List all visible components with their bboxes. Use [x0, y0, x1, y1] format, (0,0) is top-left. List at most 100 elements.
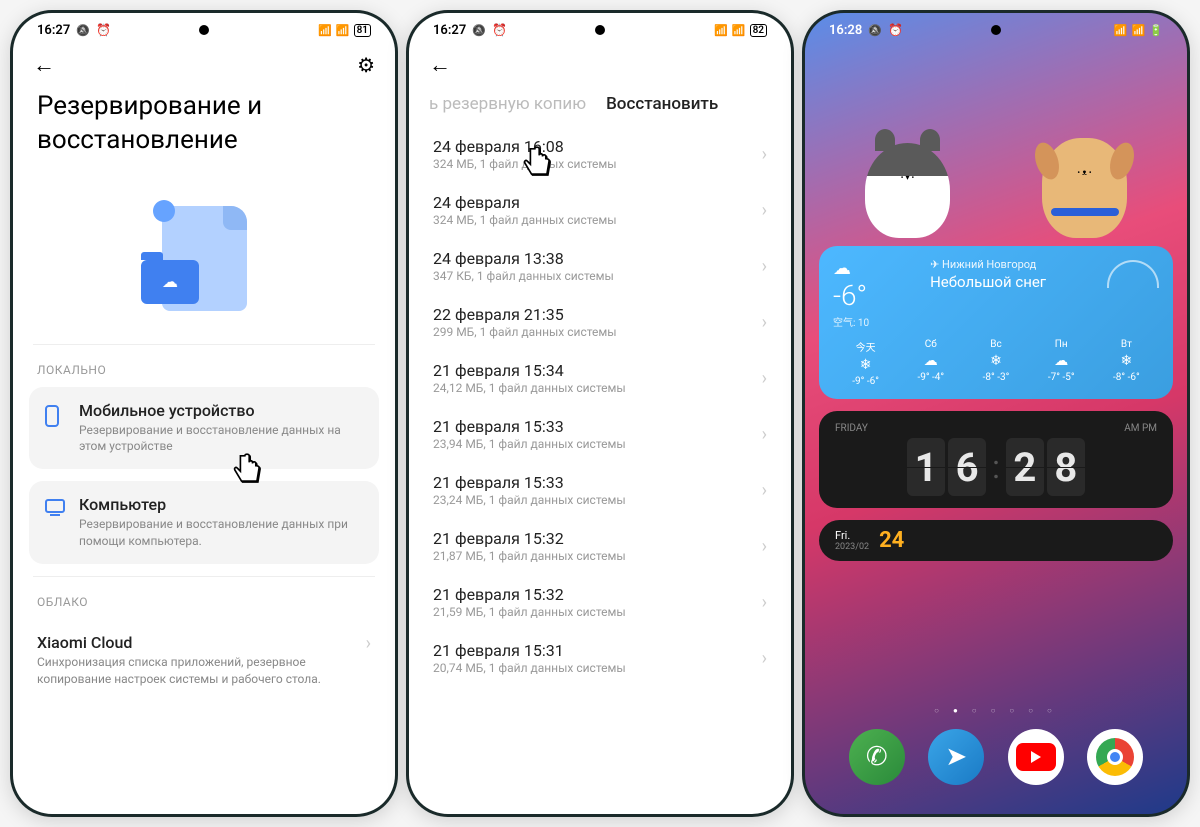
status-time: 16:28 [829, 23, 862, 38]
dnd-icon [868, 23, 882, 38]
clock-digit: 1 [907, 438, 945, 496]
clock-digit: 8 [1047, 438, 1085, 496]
settings-gear-icon[interactable]: ⚙ [357, 53, 375, 77]
sun-arc-icon [1107, 260, 1159, 288]
weather-widget[interactable]: ☁ -6° 空气: 10 ✈ Нижний Новгород Небольшой… [819, 246, 1173, 399]
dock-telegram-app[interactable]: ➤ [928, 729, 984, 785]
backup-title: 22 февраля 21:35 [433, 305, 617, 324]
battery-icon: 🔋 [1149, 24, 1163, 37]
tab-create-backup[interactable]: ь резервную копию [429, 94, 586, 114]
backup-item[interactable]: 24 февраля 16:08324 МБ, 1 файл данных си… [409, 126, 791, 182]
chevron-right-icon: › [762, 368, 767, 389]
forecast-day: Сб☁-9° -4° [898, 339, 963, 387]
back-button[interactable]: ← [33, 52, 55, 78]
weather-forecast: 今天❄-9° -6°Сб☁-9° -4°Вс❄-8° -3°Пн☁-7° -5°… [833, 339, 1159, 387]
backup-item[interactable]: 24 февраля324 МБ, 1 файл данных системы› [409, 182, 791, 238]
signal-icon: 📶 [318, 24, 332, 37]
backup-title: 21 февраля 15:33 [433, 417, 626, 436]
chevron-right-icon: › [762, 256, 767, 277]
forecast-day: 今天❄-9° -6° [833, 339, 898, 387]
option-desc: Резервирование и восстановление данных н… [79, 422, 363, 456]
backup-title: 21 февраля 15:34 [433, 361, 626, 380]
option-desc: Синхронизация списка приложений, резервн… [37, 654, 366, 688]
page-title: Резервирование и восстановление [13, 86, 395, 174]
phone-icon [45, 405, 59, 427]
section-local-label: ЛОКАЛЬНО [13, 345, 395, 387]
chevron-right-icon: › [762, 480, 767, 501]
backup-desc: 23,24 МБ, 1 файл данных системы [433, 493, 626, 507]
option-title: Мобильное устройство [79, 401, 363, 420]
tab-restore[interactable]: Восстановить [606, 94, 718, 114]
backup-item[interactable]: 21 февраля 15:3323,24 МБ, 1 файл данных … [409, 462, 791, 518]
option-title: Xiaomi Cloud [37, 633, 366, 652]
weather-temp: -6° [833, 279, 869, 312]
camera-notch [595, 25, 605, 35]
weather-aqi: 空气: 10 [833, 314, 869, 329]
dock: ✆ ➤ [819, 721, 1173, 799]
back-button[interactable]: ← [429, 52, 451, 78]
backup-item[interactable]: 21 февраля 15:3221,59 МБ, 1 файл данных … [409, 574, 791, 630]
alarm-icon [492, 23, 507, 38]
backup-desc: 21,87 МБ, 1 файл данных системы [433, 549, 626, 563]
date-day: Fri. [835, 529, 869, 542]
backup-item[interactable]: 21 февраля 15:3323,94 МБ, 1 файл данных … [409, 406, 791, 462]
camera-notch [991, 25, 1001, 35]
backup-desc: 24,12 МБ, 1 файл данных системы [433, 381, 626, 395]
dock-phone-app[interactable]: ✆ [849, 729, 905, 785]
backup-list: 24 февраля 16:08 324 МБ, 1 файл данных си… [409, 126, 791, 686]
clock-ampm: AM PM [1124, 423, 1157, 434]
header: ← ⚙ [13, 44, 395, 86]
backup-item[interactable]: 21 февраля 15:3424,12 МБ, 1 файл данных … [409, 350, 791, 406]
dock-chrome-app[interactable] [1087, 729, 1143, 785]
backup-title: 24 февраля 16:08 [433, 137, 617, 156]
backup-item[interactable]: 22 февраля 21:35299 МБ, 1 файл данных си… [409, 294, 791, 350]
chevron-right-icon: › [762, 648, 767, 669]
dnd-icon [472, 23, 486, 38]
backup-desc: 299 МБ, 1 файл данных системы [433, 325, 617, 339]
weather-condition: Небольшой снег [930, 273, 1046, 291]
wifi-icon: 📶 [732, 24, 746, 37]
backup-title: 21 февраля 15:31 [433, 641, 626, 660]
signal-icon: 📶 [714, 24, 728, 37]
backup-desc: 21,59 МБ, 1 файл данных системы [433, 605, 626, 619]
dog-widget[interactable]: • ᴥ • [1020, 78, 1150, 238]
backup-illustration: ☁ [13, 174, 395, 344]
option-mobile-device[interactable]: Мобильное устройство Резервирование и во… [29, 387, 379, 470]
alarm-icon [888, 23, 903, 38]
wifi-icon: 📶 [336, 24, 350, 37]
option-xiaomi-cloud[interactable]: Xiaomi Cloud Синхронизация списка прилож… [13, 619, 395, 702]
forecast-day: Вт❄-8° -6° [1094, 339, 1159, 387]
backup-desc: 324 МБ, 1 файл данных системы [433, 213, 617, 227]
clock-digit: 2 [1006, 438, 1044, 496]
backup-title: 21 февраля 15:33 [433, 473, 626, 492]
date-widget[interactable]: Fri. 2023/02 24 [819, 520, 1173, 561]
dnd-icon [76, 23, 90, 38]
status-time: 16:27 [37, 23, 70, 38]
dock-youtube-app[interactable] [1008, 729, 1064, 785]
chevron-right-icon: › [762, 312, 767, 333]
tabs: ь резервную копию Восстановить [409, 86, 791, 126]
backup-desc: 347 КБ, 1 файл данных системы [433, 269, 614, 283]
chevron-right-icon: › [762, 424, 767, 445]
backup-item[interactable]: 21 февраля 15:3221,87 МБ, 1 файл данных … [409, 518, 791, 574]
backup-title: 21 февраля 15:32 [433, 529, 626, 548]
date-sub: 2023/02 [835, 542, 869, 552]
cat-widget[interactable]: • ▾ • [843, 78, 973, 238]
battery-icon: 81 [354, 24, 371, 37]
clock-colon: : [992, 448, 1000, 486]
computer-icon [45, 499, 65, 513]
pet-widgets: • ▾ • • ᴥ • [819, 50, 1173, 246]
clock-day: FRIDAY [835, 423, 868, 434]
camera-notch [199, 25, 209, 35]
backup-desc: 23,94 МБ, 1 файл данных системы [433, 437, 626, 451]
clock-widget[interactable]: FRIDAY AM PM 1 6 : 2 8 [819, 411, 1173, 508]
chevron-right-icon: › [762, 200, 767, 221]
option-computer[interactable]: Компьютер Резервирование и восстановлени… [29, 481, 379, 564]
backup-item[interactable]: 24 февраля 13:38347 КБ, 1 файл данных си… [409, 238, 791, 294]
alarm-icon [96, 23, 111, 38]
weather-location: ✈ Нижний Новгород [930, 258, 1046, 271]
chevron-right-icon: › [762, 144, 767, 165]
header: ← [409, 44, 791, 86]
backup-desc: 20,74 МБ, 1 файл данных системы [433, 661, 626, 675]
backup-item[interactable]: 21 февраля 15:3120,74 МБ, 1 файл данных … [409, 630, 791, 686]
